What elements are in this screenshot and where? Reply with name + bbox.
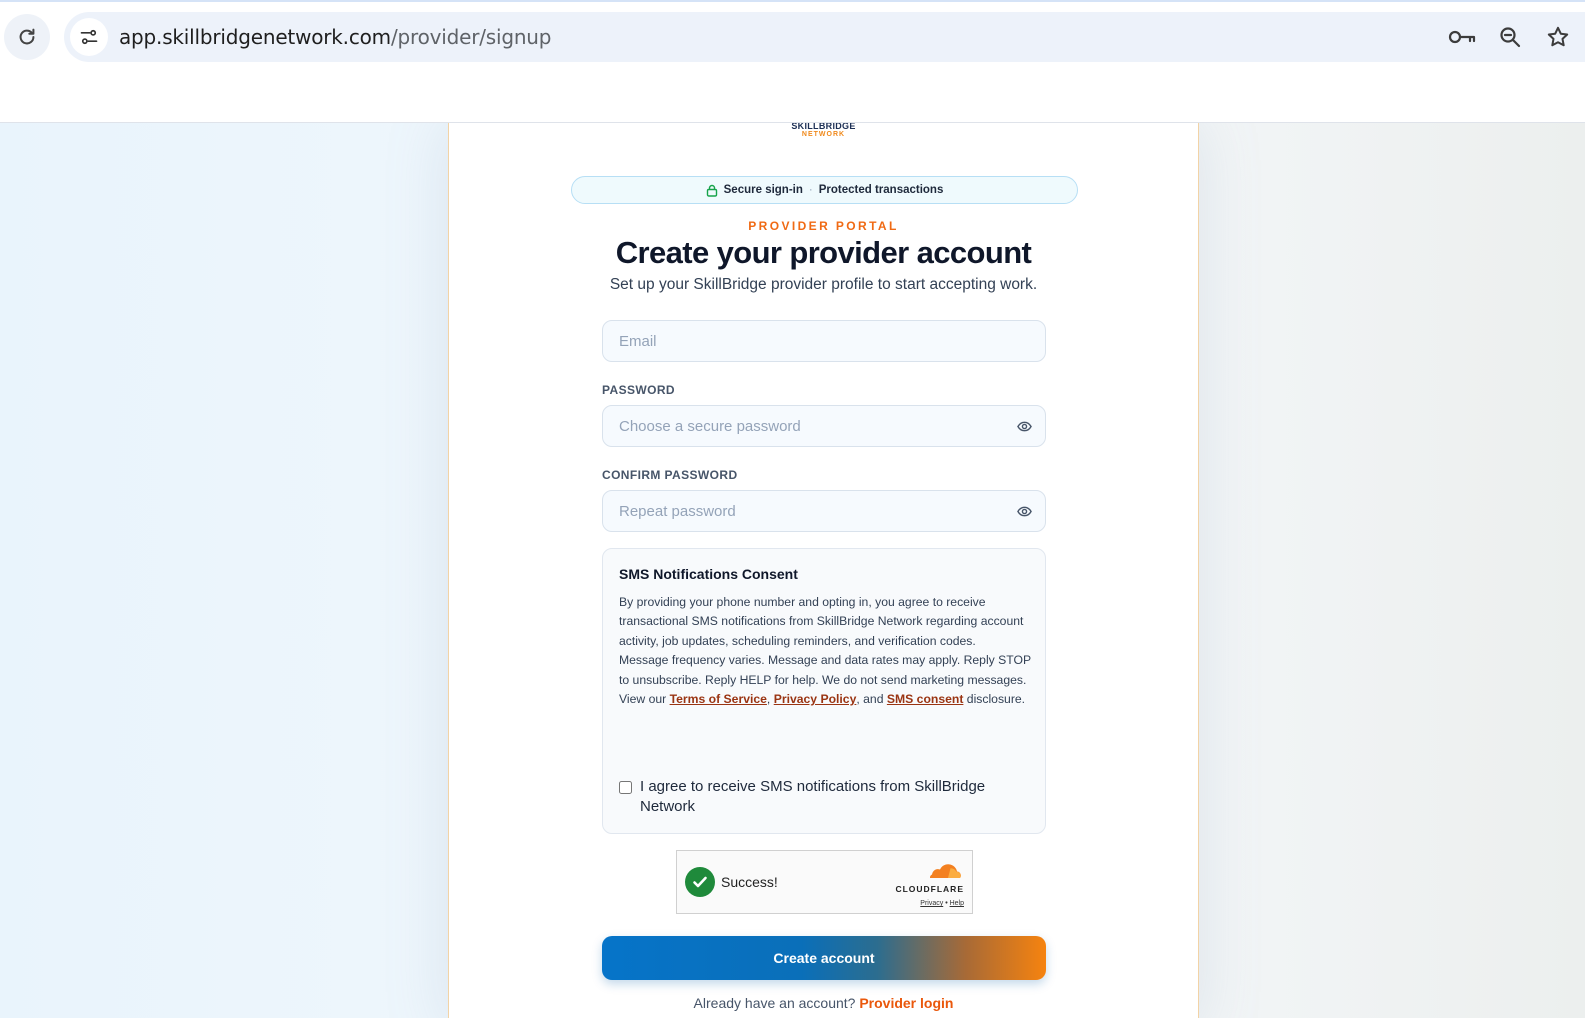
sms-agree-label: I agree to receive SMS notifications fro…	[640, 778, 986, 815]
toggle-confirm-visibility[interactable]	[1014, 501, 1034, 521]
cloudflare-help-link[interactable]: Help	[950, 900, 964, 907]
cloudflare-wordmark: CLOUDFLARE	[895, 884, 964, 894]
terms-of-service-link[interactable]: Terms of Service	[670, 692, 767, 706]
toggle-password-visibility[interactable]	[1014, 416, 1034, 436]
tab-strip-edge	[0, 0, 1585, 2]
security-banner: Secure sign-in · Protected transactions	[571, 176, 1078, 204]
view-prefix: View our	[619, 692, 670, 707]
sms-consent-link[interactable]: SMS consent	[887, 692, 964, 706]
cloudflare-logo: CLOUDFLARE Privacy • Help	[890, 861, 964, 907]
comma-text: ,	[766, 692, 774, 707]
lock-icon	[706, 184, 717, 197]
consent-paragraph-1: By providing your phone number and optin…	[619, 595, 1024, 648]
browser-toolbar: app.skillbridgenetwork.com/provider/sign…	[0, 0, 1585, 123]
secure-signin-text: Secure sign-in	[723, 184, 803, 196]
zoom-icon	[1500, 27, 1521, 48]
portal-eyebrow: PROVIDER PORTAL	[748, 219, 899, 233]
signup-card: SKILLBRIDGE NETWORK Secure sign-in · Pro…	[448, 123, 1199, 1018]
logo-wordmark: SKILLBRIDGE	[791, 123, 856, 131]
site-info-icon	[80, 29, 98, 45]
address-bar[interactable]: app.skillbridgenetwork.com/provider/sign…	[64, 12, 1585, 62]
page-background: SKILLBRIDGE NETWORK Secure sign-in · Pro…	[0, 123, 1585, 1018]
confirm-password-label: CONFIRM PASSWORD	[602, 468, 738, 482]
view-suffix: disclosure.	[963, 692, 1026, 707]
site-info-button[interactable]	[70, 18, 108, 56]
login-prompt: Already have an account? Provider login	[449, 995, 1198, 1011]
logo-subword: NETWORK	[801, 131, 846, 138]
sms-consent-text: By providing your phone number and optin…	[619, 593, 1031, 709]
url-host: app.skillbridgenetwork.com	[119, 25, 391, 49]
cloudflare-link-dot: •	[945, 900, 948, 907]
cloudflare-links: Privacy • Help	[890, 900, 964, 907]
sms-consent-title: SMS Notifications Consent	[619, 566, 798, 582]
sms-agree-row[interactable]: I agree to receive SMS notifications fro…	[619, 777, 1031, 817]
banner-separator: ·	[808, 184, 813, 196]
reload-icon	[19, 28, 35, 45]
cloudflare-privacy-link[interactable]: Privacy	[920, 900, 943, 907]
provider-login-link[interactable]: Provider login	[859, 995, 953, 1011]
email-input[interactable]	[602, 320, 1046, 362]
consent-paragraph-2: Message frequency varies. Message and da…	[619, 653, 1031, 687]
reload-button[interactable]	[4, 14, 50, 60]
bookmark-button[interactable]	[1541, 22, 1575, 52]
zoom-button[interactable]	[1493, 22, 1527, 52]
brand-logo[interactable]: SKILLBRIDGE NETWORK	[449, 123, 1198, 138]
and-text: , and	[856, 692, 887, 707]
password-label: PASSWORD	[602, 383, 675, 397]
sms-agree-checkbox[interactable]	[619, 781, 632, 794]
eye-icon	[1016, 506, 1032, 516]
captcha-status: Success!	[721, 874, 778, 890]
cloud-icon	[929, 864, 961, 878]
login-prompt-text: Already have an account?	[693, 995, 856, 1011]
page-title: Create your provider account	[615, 235, 1032, 270]
confirm-password-input[interactable]	[602, 490, 1046, 532]
password-manager-button[interactable]	[1445, 22, 1479, 52]
url-text[interactable]: app.skillbridgenetwork.com/provider/sign…	[119, 25, 551, 49]
page-subtitle: Set up your SkillBridge provider profile…	[609, 276, 1038, 293]
protected-transactions-text: Protected transactions	[818, 184, 944, 196]
cloudflare-turnstile[interactable]: Success! CLOUDFLARE Privacy • Help	[676, 850, 973, 914]
star-icon	[1547, 26, 1569, 47]
create-account-button[interactable]: Create account	[602, 936, 1046, 980]
password-input[interactable]	[602, 405, 1046, 447]
url-path: /provider/signup	[390, 25, 552, 49]
success-check-icon	[685, 867, 715, 897]
omnibox-actions	[1445, 22, 1575, 52]
consent-paragraph-3: View our Terms of Service, Privacy Polic…	[619, 690, 1031, 709]
key-icon	[1448, 30, 1476, 44]
sms-consent-panel: SMS Notifications Consent By providing y…	[602, 548, 1046, 834]
eye-icon	[1016, 421, 1032, 431]
privacy-policy-link[interactable]: Privacy Policy	[774, 692, 857, 706]
